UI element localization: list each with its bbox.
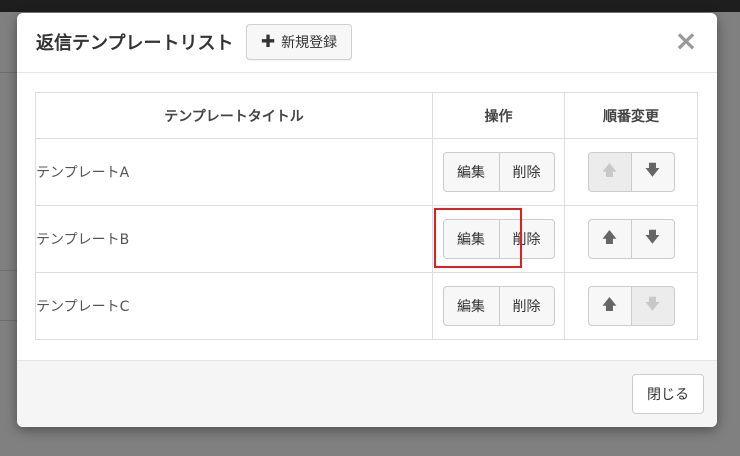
plus-icon: ✚: [260, 31, 276, 52]
operations-button-group: 編集 削除: [442, 286, 555, 326]
order-cell: 🡅 🡇: [564, 205, 698, 273]
arrow-up-icon: 🡅: [601, 227, 618, 246]
operations-cell: 編集 削除: [432, 138, 565, 206]
table-row: テンプレートA 編集 削除 🡅 🡇: [35, 138, 698, 206]
order-button-group: 🡅 🡇: [587, 286, 675, 326]
edit-button[interactable]: 編集: [442, 286, 500, 326]
delete-button[interactable]: 削除: [498, 219, 555, 259]
modal-title: 返信テンプレートリスト: [36, 33, 234, 54]
operations-button-group: 編集 削除: [442, 219, 555, 259]
edit-button[interactable]: 編集: [442, 152, 500, 192]
arrow-up-icon: 🡅: [601, 294, 618, 313]
operations-cell: 編集 削除: [432, 205, 565, 273]
new-template-button[interactable]: ✚ 新規登録: [246, 24, 352, 60]
header-template-title: テンプレートタイトル: [35, 92, 433, 139]
arrow-down-icon: 🡇: [644, 160, 661, 179]
move-up-button[interactable]: 🡅: [587, 219, 632, 259]
close-button[interactable]: 閉じる: [632, 374, 704, 414]
order-cell: 🡅 🡇: [564, 138, 698, 206]
template-table: テンプレートタイトル 操作 順番変更 テンプレートA 編集 削除 🡅 🡇 テンプ…: [35, 92, 698, 340]
edit-button[interactable]: 編集: [442, 219, 500, 259]
move-up-button[interactable]: 🡅: [587, 286, 632, 326]
arrow-up-icon: 🡅: [601, 160, 618, 179]
template-name: テンプレートA: [35, 138, 433, 206]
close-icon[interactable]: ×: [673, 26, 699, 56]
modal-header: 返信テンプレートリスト ✚ 新規登録 ×: [17, 13, 717, 73]
background-top-bar: [0, 0, 740, 12]
template-name: テンプレートB: [35, 205, 433, 273]
template-list-modal: 返信テンプレートリスト ✚ 新規登録 × テンプレートタイトル 操作 順番変更 …: [17, 13, 717, 427]
new-template-label: 新規登録: [281, 35, 338, 51]
template-name: テンプレートC: [35, 272, 433, 340]
order-button-group: 🡅 🡇: [587, 219, 675, 259]
move-up-button[interactable]: 🡅: [587, 152, 632, 192]
header-operations: 操作: [432, 92, 565, 139]
arrow-down-icon: 🡇: [644, 294, 661, 313]
operations-cell: 編集 削除: [432, 272, 565, 340]
background-divider: [0, 72, 17, 73]
order-button-group: 🡅 🡇: [587, 152, 675, 192]
modal-footer: 閉じる: [17, 360, 717, 427]
background-divider: [0, 270, 17, 271]
delete-button[interactable]: 削除: [498, 286, 555, 326]
table-row: テンプレートB 編集 削除 🡅 🡇: [35, 205, 698, 273]
header-order-change: 順番変更: [564, 92, 698, 139]
arrow-down-icon: 🡇: [644, 227, 661, 246]
move-down-button[interactable]: 🡇: [630, 152, 675, 192]
background-divider: [0, 320, 17, 321]
table-row: テンプレートC 編集 削除 🡅 🡇: [35, 272, 698, 340]
move-down-button[interactable]: 🡇: [630, 219, 675, 259]
operations-button-group: 編集 削除: [442, 152, 555, 192]
order-cell: 🡅 🡇: [564, 272, 698, 340]
table-header-row: テンプレートタイトル 操作 順番変更: [35, 92, 698, 139]
delete-button[interactable]: 削除: [498, 152, 555, 192]
move-down-button[interactable]: 🡇: [630, 286, 675, 326]
